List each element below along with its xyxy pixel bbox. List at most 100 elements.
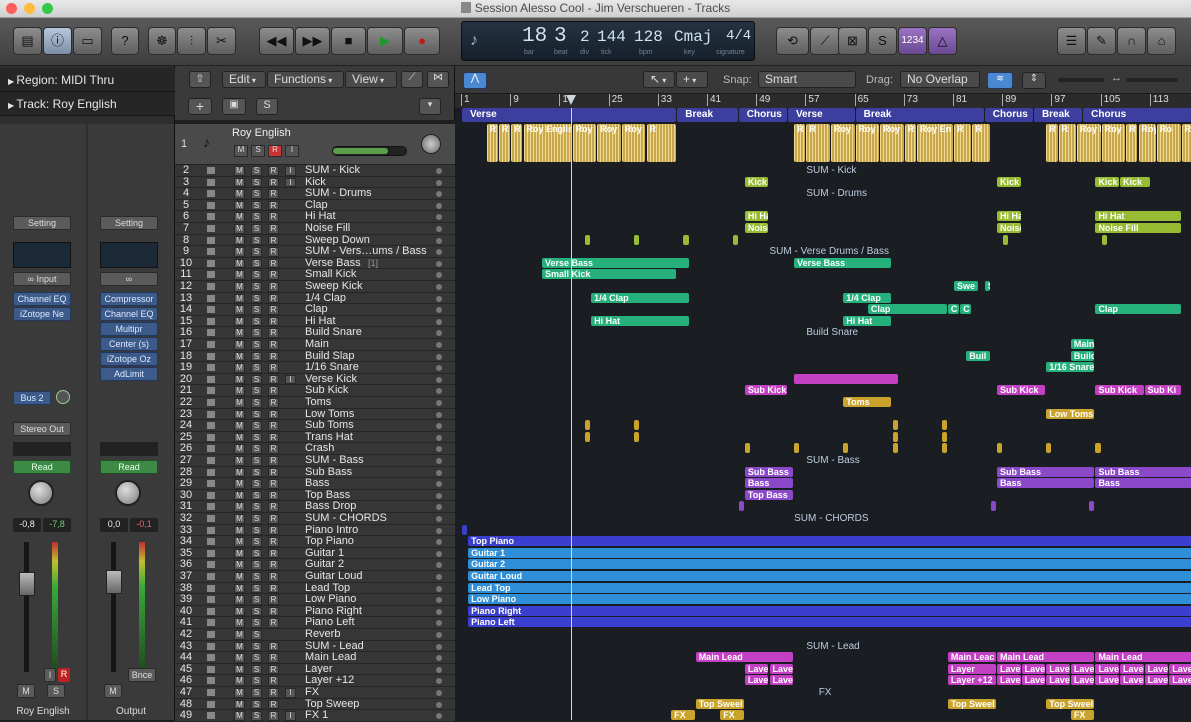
audio-region[interactable]: Roy (1138, 124, 1156, 162)
tuner-button[interactable]: ⟋ (810, 27, 840, 55)
audio-region[interactable]: Roy En (855, 124, 880, 162)
track-header[interactable]: 13 M S R 1/4 Clap (175, 292, 455, 305)
record-enable-button[interactable]: R (268, 641, 279, 652)
lcd-key[interactable]: Cmaj (674, 28, 712, 46)
plugin-slot-4[interactable]: Center (s) (100, 337, 158, 351)
mute-button[interactable]: M (234, 340, 245, 350)
mute-button[interactable]: M (234, 595, 245, 605)
eq-thumbnail[interactable] (100, 242, 158, 268)
region[interactable]: Lave (769, 663, 794, 674)
region[interactable]: Kick (1095, 176, 1120, 187)
record-enable-button[interactable]: R (268, 340, 279, 350)
region[interactable]: Layer +12 (947, 675, 997, 686)
mute-button[interactable]: M (234, 386, 245, 396)
browsers-button[interactable]: ⌂ (1147, 27, 1176, 55)
pointer-tool-menu[interactable]: ↖ ▾ (643, 71, 675, 88)
track-header[interactable]: 16 M S R Build Snare (175, 327, 455, 339)
mute-button[interactable]: M (234, 560, 245, 570)
region[interactable]: Lave (1070, 675, 1095, 686)
audio-region[interactable]: Roy English (523, 124, 572, 162)
automation-read-button[interactable]: Read (13, 460, 71, 474)
volume-value[interactable]: 0,0 (100, 518, 128, 532)
mute-button[interactable]: M (234, 490, 245, 501)
region[interactable]: Bass (744, 478, 794, 489)
mute-button[interactable]: M (234, 374, 245, 385)
audio-region[interactable]: R (498, 124, 511, 162)
region[interactable] (462, 524, 468, 535)
track-header[interactable]: 23 M S R Low Toms (175, 408, 455, 421)
track-header[interactable]: 43 M S R SUM - Lead (175, 640, 455, 653)
region[interactable] (843, 443, 849, 454)
region[interactable]: C (947, 304, 960, 315)
solo-button[interactable]: S (251, 351, 262, 362)
solo-button[interactable]: S (251, 502, 262, 512)
record-enable-button[interactable]: R (268, 432, 279, 443)
audio-region[interactable]: R (1046, 124, 1058, 162)
region[interactable]: Lave (997, 675, 1021, 686)
arrangement-marker[interactable]: Verse (787, 108, 855, 122)
track-header[interactable]: 20 M S R I Verse Kick (175, 373, 455, 386)
track-header-roy-english[interactable]: 1 ♪ Roy English M S R I (175, 124, 455, 165)
mute-button[interactable]: M (104, 684, 122, 698)
audio-region[interactable]: R (972, 124, 990, 162)
region[interactable]: Lave (744, 663, 769, 674)
region[interactable]: 1/4 Clap (843, 292, 892, 303)
region[interactable]: Swe (954, 281, 978, 291)
region[interactable]: Verse Bass (794, 257, 892, 268)
mixer-button[interactable]: ⫶ (177, 27, 206, 55)
record-enable-button[interactable]: R (268, 688, 279, 698)
region[interactable]: Lave (1046, 675, 1070, 686)
region[interactable]: Lave (744, 675, 769, 686)
record-enable-button[interactable]: R (58, 668, 70, 682)
plugin-slot-1[interactable]: Compressor (100, 292, 158, 306)
rewind-button[interactable]: ◀◀ (259, 27, 294, 55)
region[interactable]: 1/4 Clap (591, 292, 689, 303)
region[interactable]: Layer (947, 663, 997, 674)
solo-button[interactable]: S (251, 688, 262, 698)
region[interactable] (794, 443, 800, 454)
record-enable-button[interactable]: R (268, 421, 279, 431)
region[interactable] (634, 420, 640, 431)
record-enable-button[interactable]: R (268, 606, 279, 617)
region[interactable]: Sub Bass (744, 466, 794, 477)
mute-button[interactable]: M (234, 212, 245, 222)
mute-button[interactable]: M (234, 479, 245, 489)
record-enable-button[interactable]: R (268, 282, 279, 292)
solo-button[interactable]: S (251, 490, 262, 501)
track-header[interactable]: 34 M S R Top Piano (175, 536, 455, 548)
region[interactable]: Bass (997, 478, 1095, 489)
mute-button[interactable]: M (234, 711, 245, 721)
automation-button[interactable]: ⋀ (463, 72, 487, 89)
mute-button[interactable]: M (234, 525, 245, 536)
region[interactable]: Lave (1095, 675, 1120, 686)
region[interactable]: 1/16 Snare (1046, 362, 1095, 373)
track-header[interactable]: 8 M S R Sweep Down (175, 234, 455, 247)
region[interactable] (794, 373, 898, 384)
view-menu[interactable]: View ▾ (345, 71, 397, 88)
track-header[interactable]: 2 M S R I SUM - Kick (175, 165, 455, 177)
region[interactable]: Lave (997, 663, 1021, 674)
region[interactable]: Sub Kick (1095, 385, 1144, 396)
mute-button[interactable]: M (234, 398, 245, 408)
mute-button[interactable]: M (234, 177, 245, 188)
mute-button[interactable]: M (234, 548, 245, 559)
region[interactable]: Noise Fill (1095, 223, 1181, 233)
region[interactable]: Noise Fill (997, 223, 1021, 233)
audio-region[interactable]: R (486, 124, 498, 162)
record-enable-button[interactable]: R (268, 548, 279, 559)
link-slot[interactable]: ∞ (100, 272, 158, 286)
audio-region[interactable]: Roy (597, 124, 621, 162)
catch-playhead-button[interactable]: ⇧ (189, 71, 211, 88)
forward-button[interactable]: ▶▶ (295, 27, 330, 55)
inspector-button[interactable]: ⓘ (43, 27, 72, 55)
audio-region[interactable]: R (904, 124, 917, 162)
solo-button[interactable]: S (251, 456, 262, 466)
track-header[interactable]: 30 M S R Top Bass (175, 489, 455, 502)
vertical-zoom-slider[interactable] (1058, 78, 1104, 82)
audio-region[interactable]: Roy (1101, 124, 1126, 162)
audio-region[interactable]: R (806, 124, 830, 162)
mute-button[interactable]: M (234, 247, 245, 257)
mute-button[interactable]: M (234, 641, 245, 652)
region[interactable]: Main Lead (1095, 652, 1191, 663)
region[interactable] (683, 234, 689, 245)
